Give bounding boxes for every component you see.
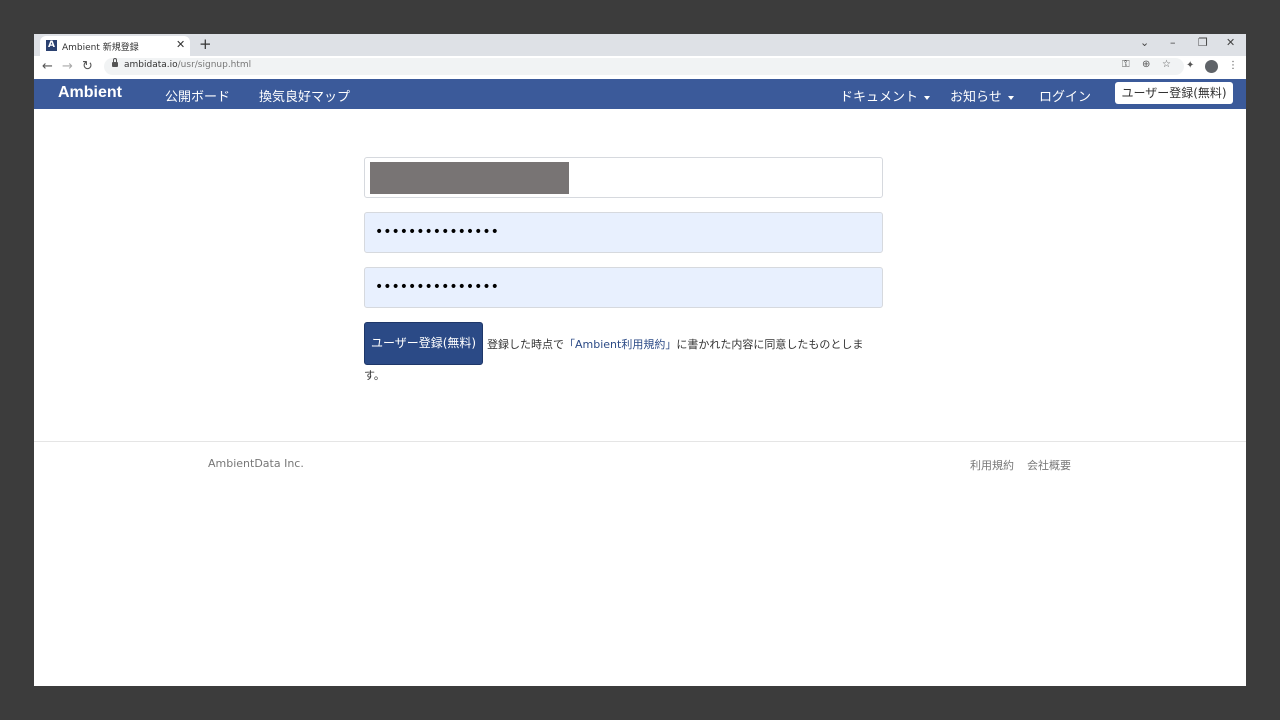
redacted-email-value bbox=[370, 162, 569, 194]
tab-search-icon[interactable]: ⌄ bbox=[1140, 36, 1149, 49]
agreement-text: 登録した時点で「Ambient利用規約」に書かれた内容に同意したものとしま bbox=[487, 336, 863, 352]
password-confirm-field[interactable]: ••••••••••••••• bbox=[364, 267, 883, 308]
profile-avatar-icon[interactable] bbox=[1205, 60, 1218, 73]
agreement-tail: す。 bbox=[364, 369, 385, 382]
zoom-icon[interactable]: ⊕ bbox=[1142, 59, 1150, 70]
extensions-icon[interactable]: ✦ bbox=[1186, 60, 1194, 71]
nav-login[interactable]: ログイン bbox=[1039, 86, 1091, 105]
site-favicon-icon: A bbox=[46, 40, 57, 51]
url-path: /usr/signup.html bbox=[177, 60, 252, 70]
nav-news-dropdown[interactable]: お知らせ bbox=[950, 86, 1014, 105]
agreement-suffix: に書かれた内容に同意したものとしま bbox=[676, 338, 864, 351]
reload-icon[interactable]: ↻ bbox=[82, 59, 93, 74]
site-navbar: Ambient 公開ボード 換気良好マップ ドキュメント お知らせ ログイン ユ… bbox=[34, 79, 1246, 109]
forward-icon[interactable]: → bbox=[62, 59, 73, 74]
caret-down-icon bbox=[1007, 95, 1014, 100]
lock-icon[interactable] bbox=[112, 58, 118, 67]
browser-window: A Ambient 新規登録 ✕ + ⌄ – ❐ ✕ ← → ↻ ambidat… bbox=[34, 34, 1246, 686]
new-tab-button[interactable]: + bbox=[199, 35, 212, 53]
nav-documents-dropdown[interactable]: ドキュメント bbox=[840, 86, 931, 105]
agreement-prefix: 登録した時点で bbox=[487, 338, 564, 351]
bookmark-star-icon[interactable]: ☆ bbox=[1162, 59, 1171, 70]
nav-ventilation-map[interactable]: 換気良好マップ bbox=[259, 86, 350, 105]
restore-icon[interactable]: ❐ bbox=[1198, 36, 1208, 49]
signup-submit-button[interactable]: ユーザー登録(無料) bbox=[364, 322, 483, 365]
url-text: ambidata.io/usr/signup.html bbox=[124, 60, 251, 70]
nav-signup-button[interactable]: ユーザー登録(無料) bbox=[1115, 82, 1233, 104]
footer-terms-link[interactable]: 利用規約 bbox=[970, 457, 1014, 473]
password-confirm-mask: ••••••••••••••• bbox=[375, 279, 499, 295]
address-bar: ← → ↻ ambidata.io/usr/signup.html ⚿ ⊕ ☆ … bbox=[34, 56, 1246, 80]
password-field[interactable]: ••••••••••••••• bbox=[364, 212, 883, 253]
tab-title: Ambient 新規登録 bbox=[62, 43, 139, 53]
footer-divider bbox=[34, 441, 1246, 442]
nav-public-board[interactable]: 公開ボード bbox=[165, 86, 230, 105]
url-field[interactable]: ambidata.io/usr/signup.html ⚿ ⊕ ☆ bbox=[104, 58, 1184, 75]
tab-strip: A Ambient 新規登録 ✕ + ⌄ – ❐ ✕ bbox=[34, 34, 1246, 56]
nav-news-label: お知らせ bbox=[950, 90, 1002, 105]
brand-logo[interactable]: Ambient bbox=[58, 84, 122, 102]
url-host: ambidata.io bbox=[124, 60, 178, 70]
footer-company: AmbientData Inc. bbox=[208, 457, 304, 470]
footer-about-link[interactable]: 会社概要 bbox=[1027, 457, 1071, 473]
terms-link[interactable]: 「Ambient利用規約」 bbox=[564, 338, 676, 351]
browser-tab[interactable]: A Ambient 新規登録 ✕ bbox=[40, 36, 190, 56]
key-icon[interactable]: ⚿ bbox=[1122, 59, 1130, 70]
email-field[interactable] bbox=[364, 157, 883, 198]
password-mask: ••••••••••••••• bbox=[375, 224, 499, 240]
close-tab-icon[interactable]: ✕ bbox=[176, 38, 185, 51]
browser-menu-icon[interactable]: ⋮ bbox=[1228, 60, 1238, 71]
caret-down-icon bbox=[924, 95, 931, 100]
nav-documents-label: ドキュメント bbox=[840, 90, 919, 105]
minimize-icon[interactable]: – bbox=[1170, 36, 1176, 49]
back-icon[interactable]: ← bbox=[42, 59, 53, 74]
close-window-icon[interactable]: ✕ bbox=[1226, 36, 1235, 49]
